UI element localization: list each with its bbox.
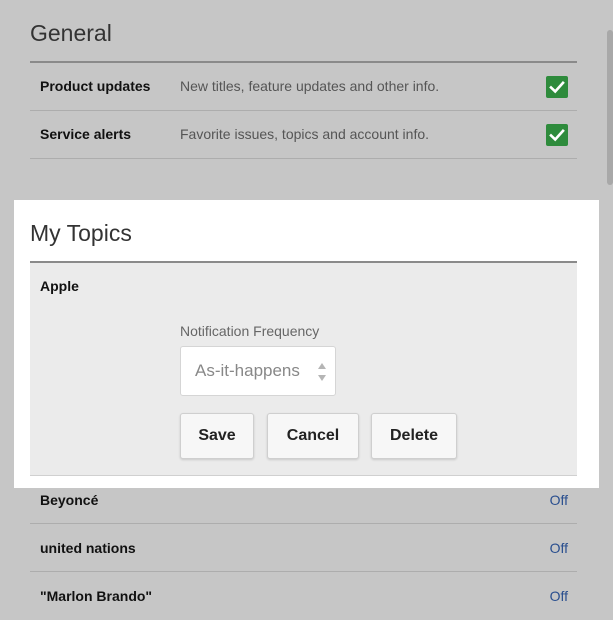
notification-frequency-label: Notification Frequency <box>180 323 320 339</box>
setting-description: New titles, feature updates and other in… <box>180 78 440 94</box>
setting-row-product-updates: Product updates New titles, feature upda… <box>30 63 577 110</box>
select-value: As-it-happens <box>195 361 300 380</box>
row-divider <box>30 523 577 524</box>
checkmark-icon <box>549 128 565 142</box>
topic-name: Apple <box>40 278 79 294</box>
general-section-title: General <box>30 20 112 46</box>
my-topics-title: My Topics <box>30 220 132 246</box>
product-updates-checkbox[interactable] <box>546 76 568 98</box>
topic-status-link[interactable]: Off <box>550 573 568 620</box>
topic-row-beyonce[interactable]: Beyoncé Off <box>30 477 577 524</box>
row-divider <box>30 475 577 476</box>
setting-description: Favorite issues, topics and account info… <box>180 126 430 142</box>
save-button[interactable]: Save <box>180 413 254 459</box>
setting-row-service-alerts: Service alerts Favorite issues, topics a… <box>30 111 577 158</box>
topic-row-united-nations[interactable]: united nations Off <box>30 525 577 572</box>
select-arrows-icon <box>318 363 326 381</box>
cancel-button[interactable]: Cancel <box>267 413 359 459</box>
scrollbar-thumb[interactable] <box>607 30 613 185</box>
topic-row-marlon-brando[interactable]: "Marlon Brando" Off <box>30 573 577 620</box>
topic-status-link[interactable]: Off <box>550 525 568 572</box>
topic-name: "Marlon Brando" <box>40 588 153 604</box>
topic-status-link[interactable]: Off <box>550 477 568 524</box>
row-divider <box>30 571 577 572</box>
service-alerts-checkbox[interactable] <box>546 124 568 146</box>
topic-name: Beyoncé <box>40 492 99 508</box>
delete-button[interactable]: Delete <box>371 413 457 459</box>
topic-editor-apple: Apple Notification Frequency As-it-happe… <box>30 262 577 475</box>
notification-frequency-select[interactable]: As-it-happens <box>180 346 336 396</box>
row-divider <box>30 158 577 159</box>
topic-name: united nations <box>40 540 136 556</box>
checkmark-icon <box>549 80 565 94</box>
section-divider <box>30 261 577 263</box>
setting-label: Service alerts <box>40 126 132 142</box>
setting-label: Product updates <box>40 78 151 94</box>
